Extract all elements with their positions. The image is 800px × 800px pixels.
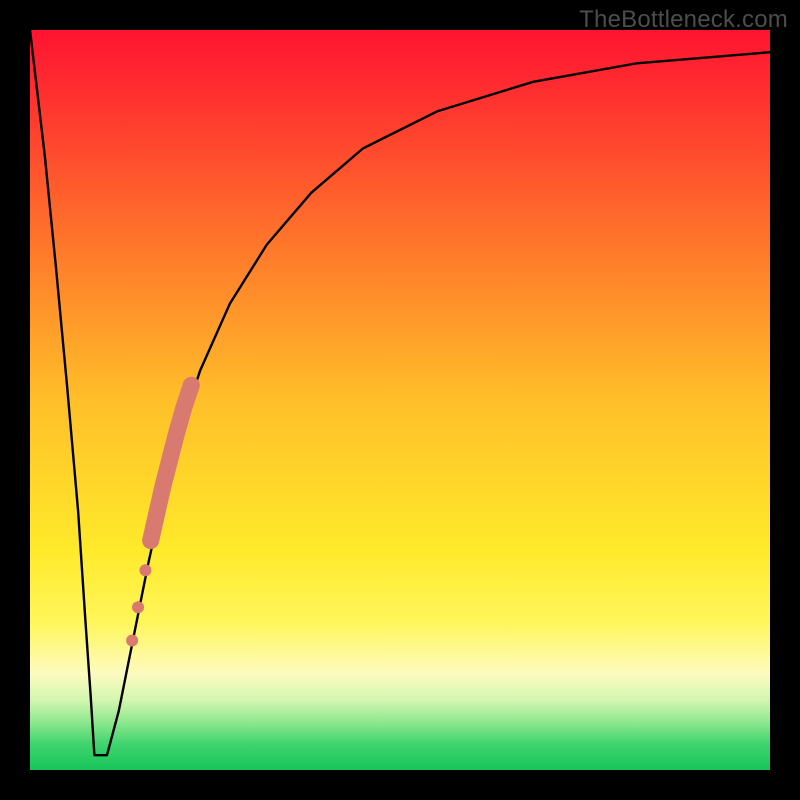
- chart-frame: TheBottleneck.com: [0, 0, 800, 800]
- attribution-label: TheBottleneck.com: [579, 6, 788, 34]
- highlight-dot: [139, 564, 151, 576]
- plot-area: [30, 30, 770, 770]
- gradient-background: [30, 30, 770, 770]
- highlight-dot: [132, 601, 144, 613]
- highlight-dot: [126, 635, 138, 647]
- bottleneck-chart: [30, 30, 770, 770]
